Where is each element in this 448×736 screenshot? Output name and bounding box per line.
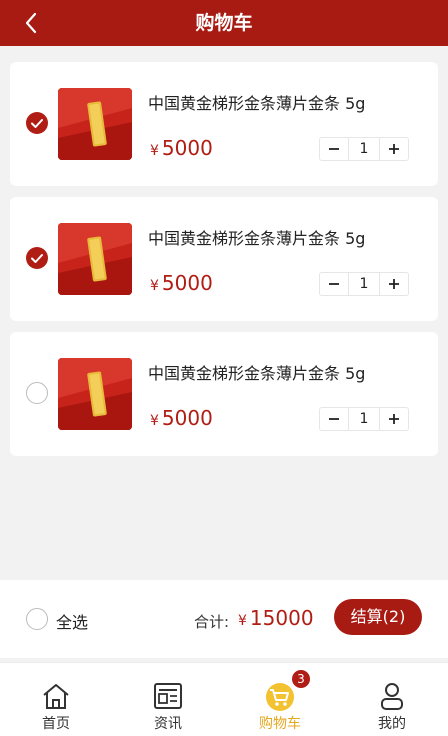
cart-list: 中国黄金梯形金条薄片金条 5g ¥5000 1 中国黄金梯形金条薄片金条 5g … bbox=[10, 62, 438, 467]
total-price: ¥15000 bbox=[238, 606, 314, 630]
tab-me[interactable]: 我的 bbox=[336, 663, 448, 736]
quantity-value[interactable]: 1 bbox=[348, 408, 380, 430]
decrease-button[interactable] bbox=[320, 273, 348, 295]
item-checkbox[interactable] bbox=[26, 247, 48, 269]
quantity-value[interactable]: 1 bbox=[348, 273, 380, 295]
user-icon bbox=[381, 683, 403, 710]
increase-button[interactable] bbox=[380, 273, 408, 295]
home-icon bbox=[43, 684, 69, 709]
quantity-stepper: 1 bbox=[319, 407, 409, 431]
check-icon bbox=[31, 119, 43, 128]
product-image[interactable] bbox=[58, 88, 132, 160]
page-title: 购物车 bbox=[195, 12, 253, 34]
select-all-checkbox[interactable] bbox=[26, 608, 48, 630]
tab-label: 我的 bbox=[378, 716, 406, 732]
product-price: ¥5000 bbox=[150, 271, 213, 295]
news-icon bbox=[154, 683, 182, 709]
decrease-button[interactable] bbox=[320, 138, 348, 160]
tab-label: 首页 bbox=[42, 716, 70, 732]
minus-icon bbox=[329, 148, 339, 150]
check-icon bbox=[31, 254, 43, 263]
cart-item: 中国黄金梯形金条薄片金条 5g ¥5000 1 bbox=[10, 197, 438, 321]
product-name[interactable]: 中国黄金梯形金条薄片金条 5g bbox=[148, 90, 365, 114]
total-label: 合计: bbox=[194, 613, 230, 631]
quantity-value[interactable]: 1 bbox=[348, 138, 380, 160]
plus-icon bbox=[389, 144, 399, 154]
checkout-button[interactable]: 结算(2) bbox=[334, 599, 422, 635]
tab-cart[interactable]: 购物车 bbox=[224, 663, 336, 736]
tab-news[interactable]: 资讯 bbox=[112, 663, 224, 736]
tab-label: 资讯 bbox=[154, 716, 182, 732]
product-price: ¥5000 bbox=[150, 136, 213, 160]
cart-count-badge: 3 bbox=[292, 670, 310, 688]
decrease-button[interactable] bbox=[320, 408, 348, 430]
product-image[interactable] bbox=[58, 358, 132, 430]
increase-button[interactable] bbox=[380, 408, 408, 430]
minus-icon bbox=[329, 283, 339, 285]
product-name[interactable]: 中国黄金梯形金条薄片金条 5g bbox=[148, 360, 365, 384]
tab-label: 购物车 bbox=[259, 716, 301, 732]
cart-item: 中国黄金梯形金条薄片金条 5g ¥5000 1 bbox=[10, 62, 438, 186]
select-all-label[interactable]: 全选 bbox=[56, 609, 88, 633]
item-checkbox[interactable] bbox=[26, 112, 48, 134]
product-price: ¥5000 bbox=[150, 406, 213, 430]
plus-icon bbox=[389, 414, 399, 424]
bottom-tab-bar: 首页 资讯 购物车 我的 3 bbox=[0, 662, 448, 736]
cart-item: 中国黄金梯形金条薄片金条 5g ¥5000 1 bbox=[10, 332, 438, 456]
quantity-stepper: 1 bbox=[319, 137, 409, 161]
product-image[interactable] bbox=[58, 223, 132, 295]
item-checkbox[interactable] bbox=[26, 382, 48, 404]
app-header: 购物车 bbox=[0, 0, 448, 46]
increase-button[interactable] bbox=[380, 138, 408, 160]
tab-home[interactable]: 首页 bbox=[0, 663, 112, 736]
minus-icon bbox=[329, 418, 339, 420]
quantity-stepper: 1 bbox=[319, 272, 409, 296]
plus-icon bbox=[389, 279, 399, 289]
product-name[interactable]: 中国黄金梯形金条薄片金条 5g bbox=[148, 225, 365, 249]
checkout-bar: 全选 合计: ¥15000 结算(2) bbox=[0, 580, 448, 658]
